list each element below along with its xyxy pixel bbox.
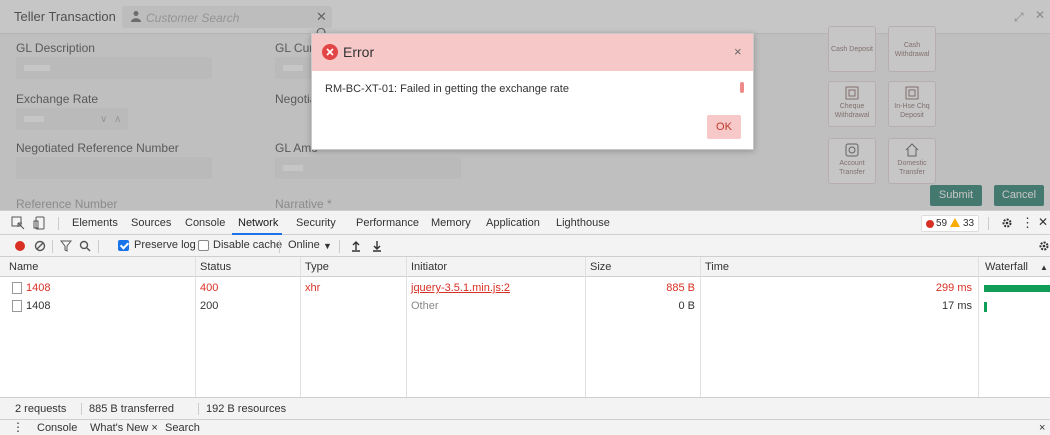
- devtools-tabbar: Elements Sources Console Network Securit…: [0, 210, 1050, 235]
- row-type: xhr: [305, 282, 321, 294]
- network-toolbar: Preserve log Disable cache Online ▼: [0, 235, 1050, 257]
- transferred-size: 885 B transferred: [89, 403, 174, 415]
- row-status: 200: [200, 300, 219, 312]
- document-icon: [12, 282, 22, 294]
- tab-lighthouse[interactable]: Lighthouse: [556, 217, 610, 229]
- column-header-size[interactable]: Size: [590, 261, 611, 273]
- row-initiator-link[interactable]: jquery-3.5.1.min.js:2: [411, 282, 510, 294]
- separator: [988, 217, 989, 230]
- column-divider: [700, 257, 701, 397]
- dialog-scrollbar[interactable]: [740, 82, 744, 93]
- error-icon: [322, 44, 338, 60]
- column-header-time[interactable]: Time: [705, 261, 729, 273]
- row-size: 0 B: [678, 300, 695, 312]
- row-name: 1408: [26, 300, 51, 312]
- row-initiator: Other: [411, 300, 439, 312]
- drawer-tab-whats-new[interactable]: What's New ×: [90, 422, 158, 434]
- document-icon: [12, 300, 22, 312]
- throttling-select[interactable]: Online: [288, 239, 320, 251]
- dialog-title: Error: [343, 44, 375, 60]
- import-har-icon[interactable]: [350, 240, 362, 252]
- disable-cache-checkbox[interactable]: [198, 240, 209, 251]
- sort-arrow-icon: ▲: [1040, 263, 1048, 272]
- tab-console[interactable]: Console: [185, 217, 225, 229]
- network-status-bar: 2 requests 885 B transferred 192 B resou…: [0, 397, 1050, 419]
- network-settings-icon[interactable]: [1038, 240, 1050, 252]
- table-row[interactable]: 1408 400 xhr jquery-3.5.1.min.js:2 885 B…: [0, 279, 1050, 298]
- network-request-table: Name Status Type Initiator Size Time Wat…: [0, 257, 1050, 397]
- column-divider: [978, 257, 979, 397]
- chevron-down-icon[interactable]: ▼: [323, 241, 332, 251]
- drawer-close-icon[interactable]: ×: [1039, 422, 1045, 434]
- separator: [339, 240, 340, 253]
- disable-cache-label: Disable cache: [213, 239, 283, 251]
- tab-elements[interactable]: Elements: [72, 217, 118, 229]
- preserve-log-checkbox[interactable]: [118, 240, 129, 251]
- drawer-tab-console[interactable]: Console: [37, 422, 77, 434]
- row-time: 299 ms: [935, 282, 972, 294]
- device-toolbar-icon[interactable]: [33, 216, 47, 230]
- column-header-waterfall[interactable]: Waterfall: [985, 261, 1028, 273]
- dialog-header: Error ×: [312, 34, 753, 71]
- column-divider: [585, 257, 586, 397]
- column-divider: [406, 257, 407, 397]
- clear-icon[interactable]: [34, 240, 46, 252]
- more-options-icon[interactable]: ⋮: [1021, 215, 1034, 231]
- dialog-close-icon[interactable]: ×: [734, 44, 742, 59]
- request-count: 2 requests: [15, 403, 67, 415]
- teller-app: Teller Transaction Customer Search ✕ Q ⤢…: [0, 0, 1050, 210]
- column-header-name[interactable]: Name: [9, 261, 38, 273]
- row-status: 400: [200, 282, 219, 294]
- warning-count: 33: [963, 218, 975, 229]
- filter-icon[interactable]: [60, 240, 72, 252]
- tab-performance[interactable]: Performance: [356, 217, 419, 229]
- resources-size: 192 B resources: [206, 403, 287, 415]
- column-divider: [195, 257, 196, 397]
- tab-network[interactable]: Network: [238, 217, 278, 229]
- inspect-element-icon[interactable]: [11, 216, 25, 230]
- row-time: 17 ms: [942, 300, 972, 312]
- tab-memory[interactable]: Memory: [431, 217, 471, 229]
- waterfall-bar: [984, 285, 1050, 292]
- row-name: 1408: [26, 282, 51, 294]
- error-dialog: Error × RM-BC-XT-01: Failed in getting t…: [311, 33, 754, 150]
- ok-button[interactable]: OK: [707, 115, 741, 139]
- separator: [58, 217, 59, 230]
- search-icon[interactable]: [79, 240, 91, 252]
- separator: [98, 240, 99, 253]
- issues-badge[interactable]: 59 33: [921, 215, 979, 232]
- drawer-menu-icon[interactable]: ⋮: [12, 420, 24, 434]
- separator: [52, 240, 53, 253]
- waterfall-bar: [984, 302, 987, 312]
- column-header-type[interactable]: Type: [305, 261, 329, 273]
- row-size: 885 B: [666, 282, 695, 294]
- tab-sources[interactable]: Sources: [131, 217, 171, 229]
- settings-gear-icon[interactable]: [1001, 217, 1013, 229]
- table-row[interactable]: 1408 200 Other 0 B 17 ms: [0, 297, 1050, 316]
- tab-application[interactable]: Application: [486, 217, 540, 229]
- column-header-status[interactable]: Status: [200, 261, 231, 273]
- export-har-icon[interactable]: [371, 240, 383, 252]
- drawer-tab-search[interactable]: Search: [165, 422, 200, 434]
- separator: [81, 403, 82, 415]
- separator: [279, 240, 280, 253]
- column-divider: [300, 257, 301, 397]
- tab-security[interactable]: Security: [296, 217, 336, 229]
- preserve-log-label: Preserve log: [134, 239, 196, 251]
- error-count: 59: [936, 218, 948, 229]
- devtools-drawer: ⋮ Console What's New × Search ×: [0, 419, 1050, 435]
- error-icon: [926, 220, 934, 228]
- record-icon[interactable]: [15, 241, 25, 251]
- table-header: Name Status Type Initiator Size Time Wat…: [0, 257, 1050, 277]
- close-devtools-icon[interactable]: ✕: [1038, 215, 1048, 229]
- separator: [198, 403, 199, 415]
- column-header-initiator[interactable]: Initiator: [411, 261, 447, 273]
- warning-icon: [950, 218, 960, 227]
- dialog-message: RM-BC-XT-01: Failed in getting the excha…: [325, 83, 569, 95]
